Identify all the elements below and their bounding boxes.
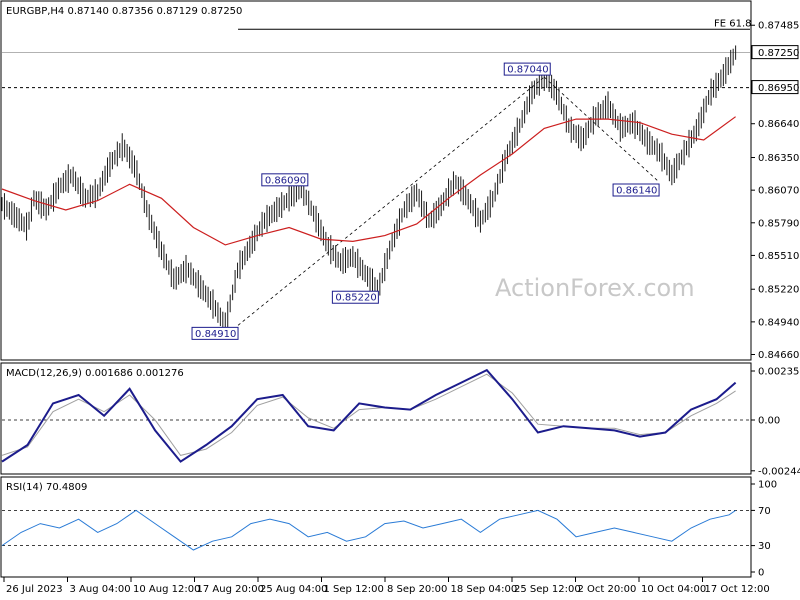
- x-tick-label: 3 Aug 04:00: [70, 584, 131, 595]
- price-tick-label: 0.86640: [758, 119, 799, 130]
- price-tick-label: 0.85790: [758, 218, 799, 229]
- price-annotation-1: 0.86090: [265, 175, 306, 186]
- forex-chart: 0.87485 0.87250 0.86950 0.86640 0.86350 0.860…: [0, 0, 800, 600]
- x-tick-label: 10 Oct 04:00: [641, 584, 706, 595]
- x-tick-label: 17 Oct 12:00: [705, 584, 770, 595]
- macd-tick-label: -0.002442: [758, 466, 800, 477]
- price-tick-label: 0.86350: [758, 153, 799, 164]
- price-annotation-0: 0.84910: [195, 329, 236, 340]
- level-label-0: 0.86950: [758, 83, 799, 94]
- price-annotation-4: 0.86140: [616, 186, 657, 197]
- watermark: ActionForex.com: [495, 274, 695, 302]
- x-tick-label: 8 Sep 20:00: [387, 584, 447, 595]
- x-tick-label: 25 Aug 04:00: [260, 584, 327, 595]
- rsi-tick-label: 70: [758, 506, 771, 517]
- price-annotation-3: 0.87040: [507, 65, 548, 76]
- level-label-1: FE 61.8: [714, 18, 752, 29]
- rsi-tick-label: 0: [758, 568, 764, 579]
- x-tick-label: 25 Sep 12:00: [514, 584, 581, 595]
- price-tick-label: 0.85510: [758, 251, 799, 262]
- macd-header: MACD(12,26,9) 0.001686 0.001276: [6, 368, 184, 379]
- x-tick-label: 1 Sep 12:00: [324, 584, 384, 595]
- price-tick-label: 0.86070: [758, 186, 799, 197]
- price-header: EURGBP,H4 0.87140 0.87356 0.87129 0.8725…: [6, 6, 242, 17]
- x-tick-label: 10 Aug 12:00: [133, 584, 200, 595]
- current-price-label: 0.87250: [758, 48, 799, 59]
- x-tick-label: 26 Jul 2023: [6, 584, 63, 595]
- rsi-header: RSI(14) 70.4809: [6, 482, 87, 493]
- price-annotation-2: 0.85220: [335, 293, 376, 304]
- rsi-tick-label: 30: [758, 541, 771, 552]
- price-tick-label: 0.84940: [758, 317, 799, 328]
- macd-tick-label: 0.002356: [758, 366, 800, 377]
- x-tick-label: 17 Aug 20:00: [197, 584, 264, 595]
- price-tick-label: 0.85220: [758, 285, 799, 296]
- x-tick-label: 2 Oct 20:00: [578, 584, 637, 595]
- price-tick-label: 0.87485: [758, 21, 799, 32]
- price-tick-label: 0.84660: [758, 350, 799, 361]
- macd-tick-label: 0.00: [758, 416, 780, 427]
- rsi-tick-label: 100: [758, 480, 777, 491]
- x-tick-label: 18 Sep 04:00: [451, 584, 518, 595]
